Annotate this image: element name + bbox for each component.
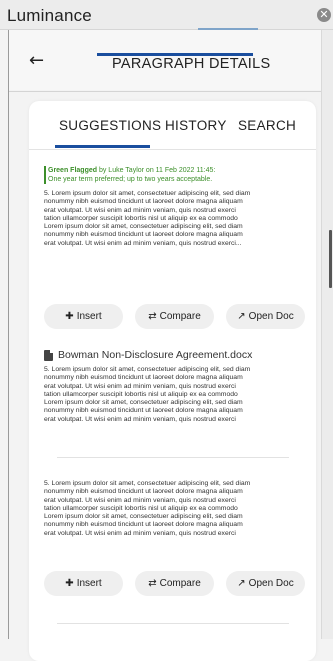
tab-suggestions[interactable]: SUGGESTIONS bbox=[59, 118, 161, 133]
document-icon bbox=[44, 350, 53, 361]
page-title: PARAGRAPH DETAILS bbox=[112, 56, 271, 72]
close-icon[interactable]: ✕ bbox=[317, 8, 331, 22]
plus-icon: ✚ bbox=[65, 578, 74, 589]
paragraph-line: tation ullamcorper suscipit lobortis nis… bbox=[44, 504, 238, 512]
paragraph-line: nonummy nibh euismod tincidunt ut laoree… bbox=[44, 521, 243, 529]
paragraph-line: nonummy nibh euismod tincidunt ut laoree… bbox=[44, 231, 243, 239]
compare-button-label: Compare bbox=[159, 578, 201, 589]
external-link-icon: ↗ bbox=[237, 311, 246, 322]
flag-byline: by Luke Taylor on 11 Feb 2022 11:45: bbox=[98, 167, 216, 174]
insert-button-label: Insert bbox=[76, 578, 102, 589]
suggestion-paragraph[interactable]: 5. Lorem ipsum dolor sit amet, consectet… bbox=[44, 366, 304, 424]
paragraph-line: Lorem ipsum dolor sit amet, consectetuer… bbox=[44, 399, 243, 407]
flag-comment: One year term preferred; up to two years… bbox=[48, 176, 213, 183]
open-doc-button[interactable]: ↗ Open Doc bbox=[226, 304, 305, 329]
suggestion-paragraph[interactable]: 5. Lorem ipsum dolor sit amet, consectet… bbox=[44, 190, 304, 248]
paragraph-line: nonummy nibh euismod tincidunt ut laoree… bbox=[44, 198, 243, 206]
paragraph-line: nonummy nibh euismod tincidunt ut laoree… bbox=[44, 488, 243, 496]
tab-history[interactable]: HISTORY bbox=[165, 118, 227, 133]
tab-divider bbox=[29, 149, 316, 150]
open-doc-button-label: Open Doc bbox=[248, 578, 294, 589]
card-divider bbox=[57, 457, 289, 458]
left-border-line bbox=[8, 30, 9, 639]
flag-header: Green Flagged by Luke Taylor on 11 Feb 2… bbox=[46, 166, 306, 175]
paragraph-line: 5. Lorem ipsum dolor sit amet, consectet… bbox=[44, 480, 251, 487]
compare-button[interactable]: ⇄ Compare bbox=[135, 571, 214, 596]
scrollbar-thumb[interactable] bbox=[329, 230, 332, 288]
header-divider bbox=[9, 91, 321, 92]
flag-note: Green Flagged by Luke Taylor on 11 Feb 2… bbox=[44, 166, 306, 184]
plus-icon: ✚ bbox=[65, 311, 74, 322]
suggestions-panel: SUGGESTIONS HISTORY SEARCH Green Flagged… bbox=[29, 101, 316, 661]
insert-button[interactable]: ✚ Insert bbox=[44, 304, 123, 329]
compare-arrows-icon: ⇄ bbox=[148, 578, 157, 589]
document-name: Bowman Non-Disclosure Agreement.docx bbox=[58, 349, 253, 361]
title-bar: Luminance ✕ bbox=[0, 0, 333, 30]
external-link-icon: ↗ bbox=[237, 578, 246, 589]
paragraph-line: nonummy nibh euismod tincidunt ut laoree… bbox=[44, 407, 243, 415]
paragraph-line: Lorem ipsum dolor sit amet, consectetuer… bbox=[44, 223, 243, 231]
paragraph-line: erat volutpat. Ut wisi enim ad minim ven… bbox=[44, 415, 236, 423]
paragraph-line: 5. Lorem ipsum dolor sit amet, consectet… bbox=[44, 366, 251, 373]
paragraph-line: Lorem ipsum dolor sit amet, consectetuer… bbox=[44, 513, 243, 521]
paragraph-line: tation ullamcorper suscipit lobortis nis… bbox=[44, 214, 238, 222]
card-divider bbox=[57, 623, 289, 624]
tab-search[interactable]: SEARCH bbox=[238, 118, 296, 133]
insert-button[interactable]: ✚ Insert bbox=[44, 571, 123, 596]
compare-arrows-icon: ⇄ bbox=[148, 311, 157, 322]
back-arrow-icon[interactable]: ← bbox=[29, 52, 44, 70]
paragraph-line: nonummy nibh euismod tincidunt ut laoree… bbox=[44, 374, 243, 382]
open-doc-button[interactable]: ↗ Open Doc bbox=[226, 571, 305, 596]
suggestion-paragraph[interactable]: 5. Lorem ipsum dolor sit amet, consectet… bbox=[44, 480, 304, 538]
scrollbar-track[interactable] bbox=[321, 30, 333, 639]
open-doc-button-label: Open Doc bbox=[248, 311, 294, 322]
paragraph-line: 5. Lorem ipsum dolor sit amet, consectet… bbox=[44, 190, 251, 197]
page-title-underline bbox=[97, 53, 253, 56]
active-tab-indicator bbox=[55, 145, 150, 148]
paragraph-line: erat volutpat. Ut wisi enim ad minim ven… bbox=[44, 382, 236, 390]
paragraph-line: erat volutpat. Ut wisi enim ad minim ven… bbox=[44, 239, 242, 247]
paragraph-line: tation ullamcorper suscipit lobortis nis… bbox=[44, 390, 238, 398]
paragraph-line: erat volutpat. Ut wisi enim ad minim ven… bbox=[44, 529, 236, 537]
page-header: ← PARAGRAPH DETAILS bbox=[9, 30, 321, 90]
app-title: Luminance bbox=[7, 6, 92, 25]
compare-button[interactable]: ⇄ Compare bbox=[135, 304, 214, 329]
compare-button-label: Compare bbox=[159, 311, 201, 322]
paragraph-line: erat volutpat. Ut wisi enim ad minim ven… bbox=[44, 496, 236, 504]
insert-button-label: Insert bbox=[76, 311, 102, 322]
paragraph-line: erat volutpat. Ut wisi enim ad minim ven… bbox=[44, 206, 236, 214]
flag-status: Green Flagged bbox=[48, 167, 98, 174]
